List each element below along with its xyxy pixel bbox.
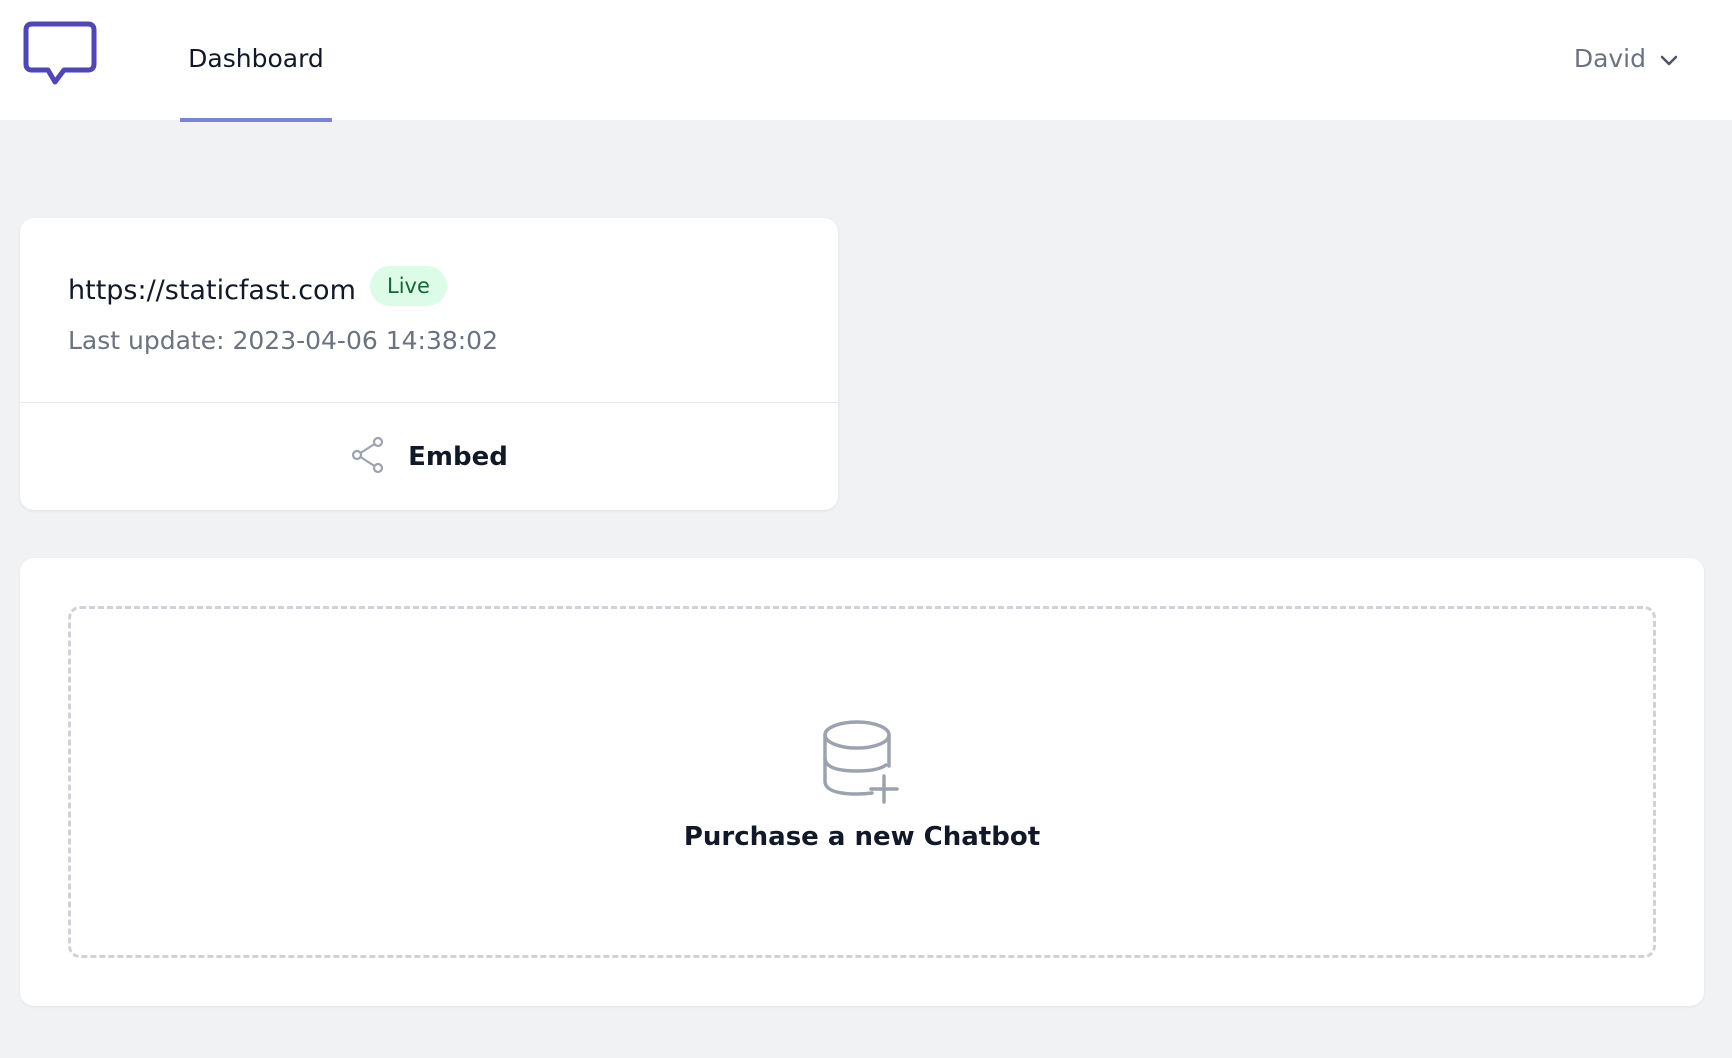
chat-bubble-icon[interactable]	[22, 20, 98, 92]
site-url[interactable]: https://staticfast.com	[68, 266, 356, 316]
site-card-info: https://staticfast.com Live Last update:…	[20, 218, 838, 403]
database-plus-icon	[818, 716, 906, 804]
status-badge: Live	[370, 266, 447, 306]
purchase-chatbot-label: Purchase a new Chatbot	[683, 822, 1041, 852]
share-icon	[350, 436, 386, 478]
purchase-panel: Purchase a new Chatbot	[20, 558, 1704, 1006]
embed-label: Embed	[408, 441, 508, 472]
top-navigation-bar: Dashboard David	[0, 0, 1732, 122]
chatbot-site-card: https://staticfast.com Live Last update:…	[20, 218, 838, 510]
tab-dashboard-label: Dashboard	[188, 43, 324, 73]
user-name: David	[1573, 43, 1646, 73]
tab-dashboard[interactable]: Dashboard	[180, 0, 332, 122]
user-menu[interactable]: David	[1574, 34, 1678, 82]
last-update-text: Last update: 2023-04-06 14:38:02	[68, 326, 498, 355]
embed-button[interactable]: Embed	[20, 403, 838, 510]
purchase-chatbot-button[interactable]: Purchase a new Chatbot	[68, 606, 1656, 958]
chevron-down-icon	[1660, 44, 1678, 73]
active-tab-indicator	[180, 118, 332, 122]
